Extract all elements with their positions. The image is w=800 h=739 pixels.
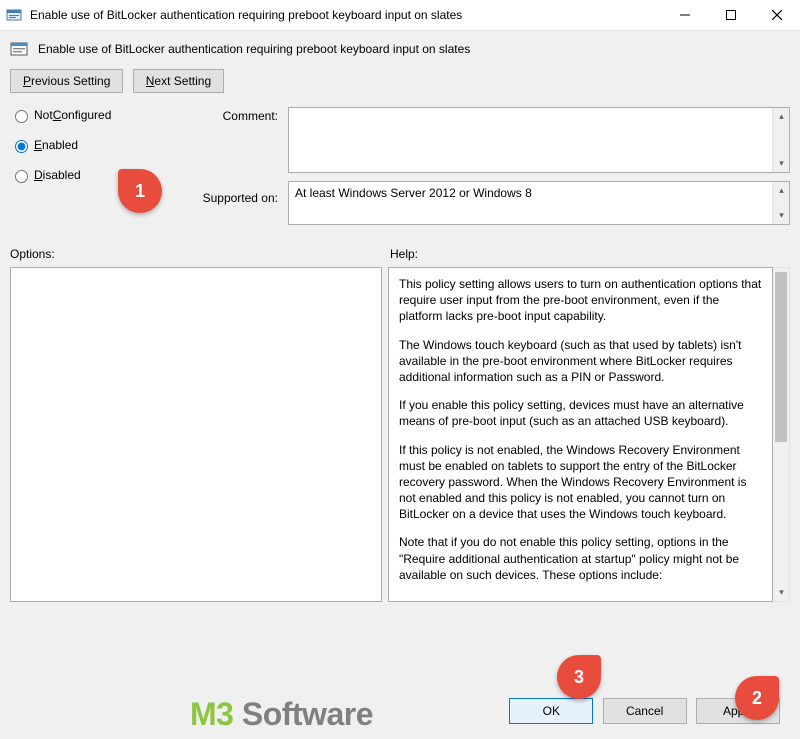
radio-not-configured-input[interactable] [15, 110, 28, 123]
supported-on-value: At least Windows Server 2012 or Windows … [289, 182, 789, 224]
annotation-callout-2: 2 [735, 676, 779, 720]
scroll-down-icon[interactable]: ▾ [773, 207, 790, 224]
help-paragraph: If this policy is not enabled, the Windo… [399, 442, 762, 523]
window-titlebar: Enable use of BitLocker authentication r… [0, 0, 800, 30]
panels: This policy setting allows users to turn… [10, 267, 790, 602]
close-button[interactable] [754, 0, 800, 30]
scroll-up-icon[interactable]: ▴ [773, 108, 790, 125]
dialog-content: Enable use of BitLocker authentication r… [0, 30, 800, 739]
help-label: Help: [390, 247, 418, 261]
watermark: M3 Software [190, 696, 373, 733]
comment-scrollbar[interactable]: ▴ ▾ [772, 108, 789, 172]
help-paragraph: Note that if you do not enable this poli… [399, 534, 762, 583]
window-controls [662, 0, 800, 30]
policy-title: Enable use of BitLocker authentication r… [38, 42, 470, 56]
comment-textbox[interactable]: ▴ ▾ [288, 107, 790, 173]
annotation-callout-3: 3 [557, 655, 601, 699]
annotation-callout-1: 1 [118, 169, 162, 213]
panels-header: Options: Help: [10, 247, 790, 261]
radio-enabled[interactable]: Enabled [10, 137, 170, 153]
scroll-thumb[interactable] [775, 272, 787, 442]
previous-setting-button[interactable]: Previous Setting [10, 69, 123, 93]
radio-not-configured[interactable]: Not Configured [10, 107, 170, 123]
supported-on-label: Supported on: [174, 177, 284, 205]
supported-on-textbox: At least Windows Server 2012 or Windows … [288, 181, 790, 225]
options-label: Options: [10, 247, 390, 261]
radio-disabled-input[interactable] [15, 170, 28, 183]
scroll-down-icon[interactable]: ▾ [773, 584, 790, 601]
ok-button[interactable]: OK [509, 698, 593, 724]
help-textbox: This policy setting allows users to turn… [388, 267, 773, 602]
radio-enabled-input[interactable] [15, 140, 28, 153]
scroll-down-icon[interactable]: ▾ [773, 155, 790, 172]
supported-scrollbar[interactable]: ▴ ▾ [772, 182, 789, 224]
gpedit-icon [6, 6, 24, 24]
window-title: Enable use of BitLocker authentication r… [30, 8, 662, 22]
help-paragraph: If you enable this policy setting, devic… [399, 397, 762, 429]
policy-header: Enable use of BitLocker authentication r… [10, 39, 790, 59]
nav-buttons: Previous Setting Next Setting [10, 69, 790, 93]
options-box [10, 267, 382, 602]
maximize-button[interactable] [708, 0, 754, 30]
comment-label: Comment: [174, 107, 284, 177]
help-paragraph: The Windows touch keyboard (such as that… [399, 337, 762, 386]
watermark-software: Software [233, 696, 373, 732]
minimize-button[interactable] [662, 0, 708, 30]
comment-value [289, 108, 789, 172]
cancel-button[interactable]: Cancel [603, 698, 687, 724]
help-scrollbar[interactable]: ▴ ▾ [773, 267, 790, 602]
scroll-up-icon[interactable]: ▴ [773, 182, 790, 199]
watermark-m3: M3 [190, 696, 233, 732]
next-setting-button[interactable]: Next Setting [133, 69, 224, 93]
help-paragraph: This policy setting allows users to turn… [399, 276, 762, 325]
policy-icon [10, 39, 30, 59]
